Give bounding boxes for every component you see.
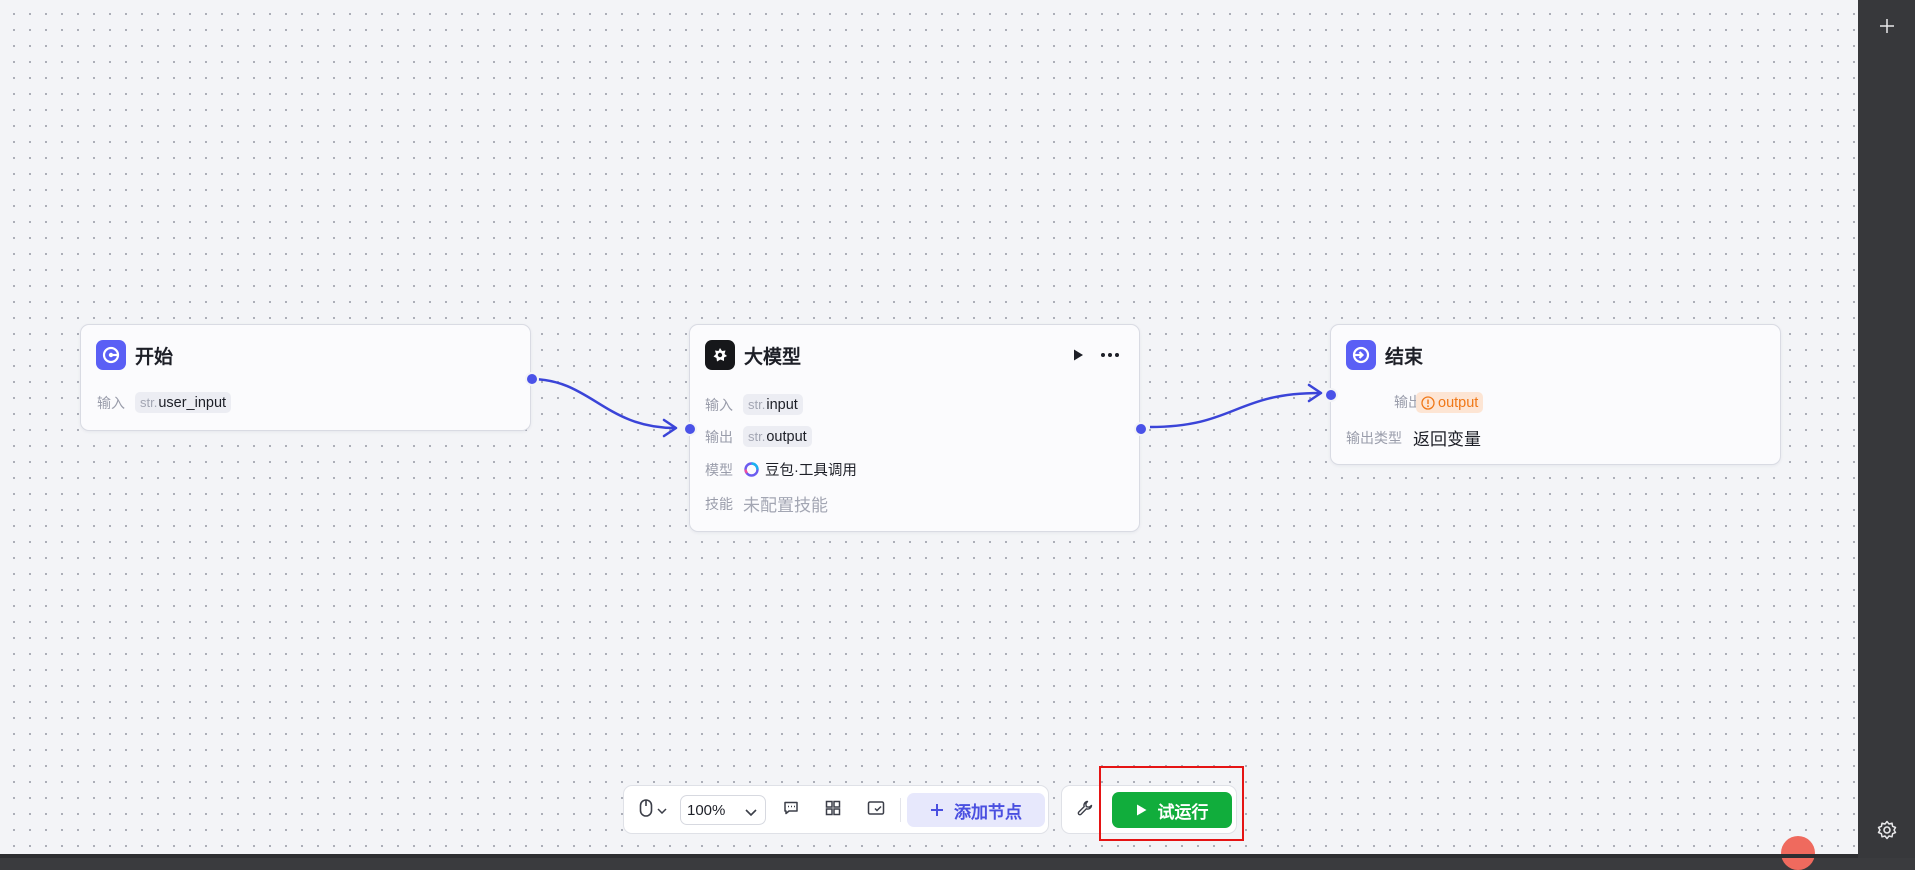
llm-output-tag: str. output [743, 426, 812, 447]
edge-start-to-llm [530, 377, 676, 430]
zoom-select[interactable]: 100% [680, 795, 766, 825]
plus-icon[interactable] [1858, 18, 1915, 39]
start-input-tag: str. user_input [135, 392, 232, 413]
llm-input-label: 输入 [705, 396, 733, 413]
workflow-canvas[interactable]: 开始 输入 str. user_input 大模型 输入 str. input … [0, 0, 1858, 855]
end-node[interactable]: 结束 输出 output 输出类型 返回变量 [1324, 324, 1781, 465]
llm-node-icon [705, 340, 735, 370]
start-output-port[interactable] [525, 372, 539, 386]
llm-model-value[interactable]: 豆包·工具调用 [765, 459, 857, 480]
start-node-icon [96, 340, 126, 370]
mouse-mode-button[interactable] [634, 798, 672, 822]
edge-start-to-llm-arrow [662, 418, 678, 438]
layout-button[interactable] [821, 798, 845, 822]
add-node-button[interactable]: 添加节点 [907, 793, 1045, 827]
debug-button[interactable] [1072, 798, 1098, 822]
start-node-title: 开始 [135, 346, 174, 368]
doubao-model-icon [744, 462, 759, 477]
canvas-toolbar: 100% 添加节点 [623, 785, 1049, 834]
llm-output-label: 输出 [705, 428, 733, 445]
end-node-icon [1346, 340, 1376, 370]
minimap-icon [867, 800, 885, 821]
warning-icon [1421, 395, 1435, 410]
llm-output-port[interactable] [1134, 422, 1148, 436]
end-output-type-value[interactable]: 返回变量 [1413, 425, 1481, 450]
llm-input-tag: str. input [743, 394, 803, 415]
end-node-title: 结束 [1385, 346, 1424, 368]
mouse-icon [639, 798, 653, 822]
llm-input-port[interactable] [683, 422, 697, 436]
start-input-label: 输入 [97, 394, 125, 411]
end-input-port[interactable] [1324, 388, 1338, 402]
assistant-avatar[interactable] [1781, 836, 1815, 870]
highlight-box [1099, 766, 1244, 841]
llm-skill-label: 技能 [705, 495, 733, 512]
edge-llm-to-end [1149, 391, 1321, 429]
comment-button[interactable] [779, 798, 803, 822]
zoom-value: 100% [687, 801, 726, 819]
chevron-down-icon [657, 801, 667, 819]
grid-icon [825, 800, 841, 821]
llm-node[interactable]: 大模型 输入 str. input 输出 str. output 模型 豆包·工… [683, 324, 1148, 532]
window-bottom-edge [0, 854, 1858, 858]
settings-icon[interactable] [1858, 820, 1915, 845]
wrench-icon [1077, 800, 1093, 821]
chevron-down-icon [745, 804, 757, 821]
end-output-type-label: 输出类型 [1346, 429, 1402, 446]
llm-skill-value: 未配置技能 [743, 496, 828, 515]
right-sidebar [1858, 0, 1915, 858]
toolbar-divider [900, 798, 901, 822]
llm-model-label: 模型 [705, 461, 733, 478]
edge-llm-to-end-arrow [1307, 383, 1323, 403]
plus-icon [930, 803, 944, 817]
comment-icon [783, 800, 799, 821]
llm-node-title: 大模型 [744, 346, 802, 368]
more-icon[interactable] [1099, 345, 1121, 365]
start-node[interactable]: 开始 输入 str. user_input [80, 324, 539, 431]
add-node-label: 添加节点 [954, 802, 1022, 822]
end-output-tag: output [1416, 392, 1484, 413]
minimap-button[interactable] [864, 798, 888, 822]
play-icon[interactable] [1068, 345, 1088, 365]
